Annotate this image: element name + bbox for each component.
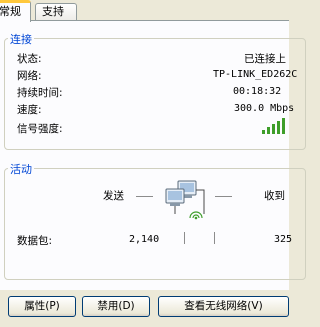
view-wireless-networks-button[interactable]: 查看无线网络(V) xyxy=(158,296,289,317)
disable-button[interactable]: 禁用(D) xyxy=(82,296,150,317)
received-divider xyxy=(214,232,215,244)
duration-label: 持续时间: xyxy=(17,87,63,99)
status-value: 已连接上 xyxy=(244,53,286,65)
signal-bar-4 xyxy=(277,121,280,134)
speed-value: 300.0 Mbps xyxy=(234,103,295,114)
packets-label: 数据包: xyxy=(17,235,53,247)
view-wireless-networks-button-label: 查看无线网络(V) xyxy=(184,300,263,312)
tab-support[interactable]: 支持 xyxy=(35,3,77,21)
sent-divider xyxy=(184,232,185,244)
packets-received-value: 325 xyxy=(274,234,293,245)
signal-bar-1 xyxy=(262,130,265,134)
signal-bar-5 xyxy=(282,118,285,134)
connection-group-title: 连接 xyxy=(8,31,34,47)
duration-value: 00:18:32 xyxy=(233,86,282,97)
activity-group-title: 活动 xyxy=(8,161,34,177)
activity-group xyxy=(4,168,306,280)
received-line xyxy=(215,196,232,197)
speed-label: 速度: xyxy=(17,104,42,116)
sent-line xyxy=(136,196,153,197)
received-label: 收到 xyxy=(264,190,285,202)
network-activity-icon xyxy=(162,180,210,224)
network-value: TP-LINK_ED262C xyxy=(213,69,298,80)
sent-label: 发送 xyxy=(103,190,124,202)
packets-sent-value: 2,140 xyxy=(129,234,160,245)
signal-strength-label: 信号强度: xyxy=(17,123,63,135)
signal-bar-3 xyxy=(272,124,275,134)
tab-general-label: 常规 xyxy=(0,5,21,18)
tab-support-label: 支持 xyxy=(42,5,64,18)
tab-general[interactable]: 常规 xyxy=(0,0,31,22)
network-label: 网络: xyxy=(17,70,42,82)
status-label: 状态: xyxy=(17,53,42,65)
signal-strength-icon xyxy=(262,118,289,134)
disable-button-label: 禁用(D) xyxy=(97,300,135,312)
properties-button[interactable]: 属性(P) xyxy=(8,296,76,317)
signal-bar-2 xyxy=(267,127,270,134)
properties-button-label: 属性(P) xyxy=(24,300,60,312)
